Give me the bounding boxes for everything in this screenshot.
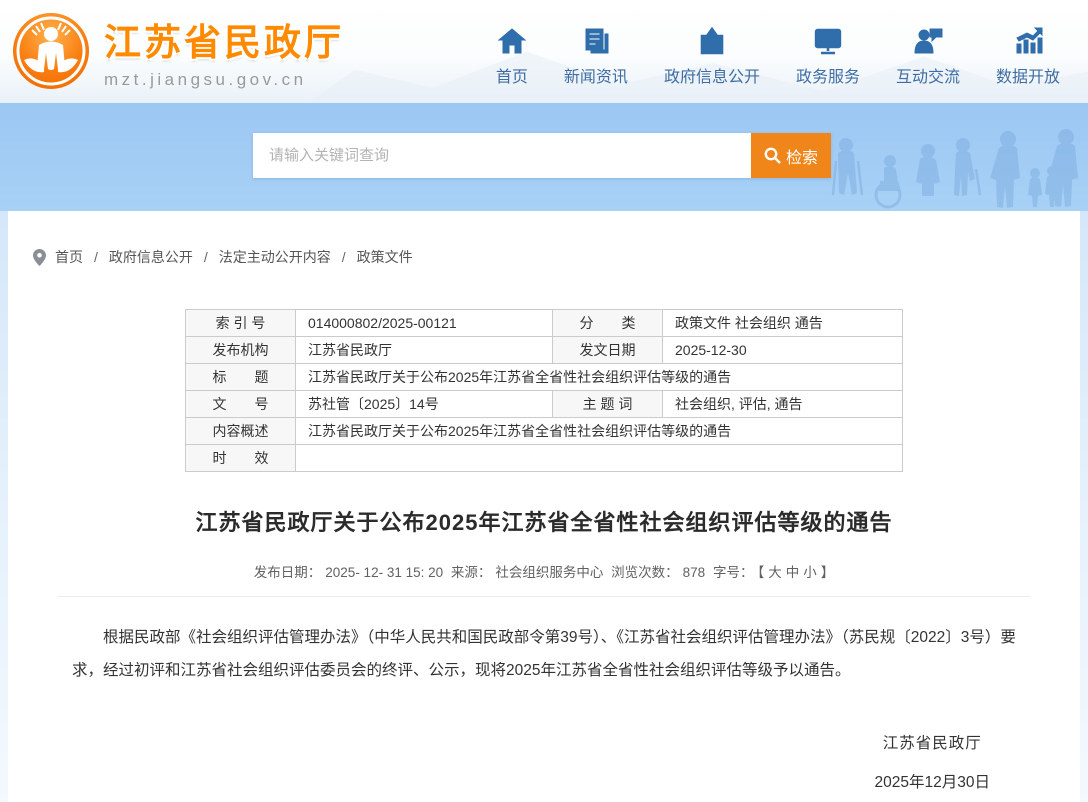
- nav-label: 新闻资讯: [564, 63, 628, 87]
- nav-label: 首页: [496, 63, 528, 87]
- nav-item-info-disclosure[interactable]: 政府信息公开: [664, 26, 760, 87]
- search-input[interactable]: [253, 133, 751, 178]
- font-size-label: 字号：: [713, 565, 754, 580]
- nav-item-data[interactable]: 数据开放: [996, 26, 1060, 87]
- doc-title-label: 标 题: [186, 364, 296, 391]
- civil-affairs-logo-icon: [12, 12, 90, 90]
- news-icon: [581, 26, 611, 56]
- nav-item-news[interactable]: 新闻资讯: [564, 26, 628, 87]
- page-title: 江苏省民政厅关于公布2025年江苏省全省性社会组织评估等级的通告: [8, 505, 1080, 537]
- data-chart-icon: [1013, 26, 1043, 56]
- nav-label: 政府信息公开: [664, 63, 760, 87]
- table-row: 索 引 号 014000802/2025-00121 分 类 政策文件 社会组织…: [186, 310, 903, 337]
- nav-label: 政务服务: [796, 63, 860, 87]
- category-label: 分 类: [553, 310, 663, 337]
- breadcrumb-item-statutory-content[interactable]: 法定主动公开内容: [219, 247, 331, 267]
- publisher-value: 江苏省民政厅: [296, 337, 553, 364]
- source-label: 来源：: [451, 565, 492, 580]
- interaction-icon: [913, 26, 943, 56]
- site-header: 江苏省民政厅 mzt.jiangsu.gov.cn 首页 新闻资讯 政府信息公开: [0, 0, 1088, 103]
- home-icon: [497, 26, 527, 56]
- signature-block: 江苏省民政厅 2025年12月30日: [875, 731, 990, 792]
- breadcrumb-item-home[interactable]: 首页: [55, 247, 83, 267]
- breadcrumb-separator: /: [204, 249, 208, 265]
- signature-org: 江苏省民政厅: [875, 731, 990, 753]
- font-size-small-button[interactable]: 小: [803, 565, 817, 580]
- validity-value: [296, 445, 903, 472]
- index-number-label: 索 引 号: [186, 310, 296, 337]
- source-value: 社会组织服务中心: [495, 565, 603, 580]
- keywords-value: 社会组织, 评估, 通告: [663, 391, 903, 418]
- breadcrumb: 首页 / 政府信息公开 / 法定主动公开内容 / 政策文件: [8, 211, 1080, 267]
- services-monitor-icon: [813, 26, 843, 56]
- search-button[interactable]: 检索: [751, 133, 831, 178]
- location-pin-icon: [33, 249, 46, 266]
- publisher-label: 发布机构: [186, 337, 296, 364]
- nav-label: 数据开放: [996, 63, 1060, 87]
- doc-number-label: 文 号: [186, 391, 296, 418]
- people-silhouettes-graphic: [828, 111, 1088, 211]
- doc-number-value: 苏社管〔2025〕14号: [296, 391, 553, 418]
- views-label: 浏览次数：: [611, 565, 679, 580]
- issue-date-value: 2025-12-30: [663, 337, 903, 364]
- table-row: 标 题 江苏省民政厅关于公布2025年江苏省全省性社会组织评估等级的通告: [186, 364, 903, 391]
- table-row: 文 号 苏社管〔2025〕14号 主 题 词 社会组织, 评估, 通告: [186, 391, 903, 418]
- nav-item-home[interactable]: 首页: [496, 26, 528, 87]
- article-meta-line: 发布日期：2025- 12- 31 15: 20 来源：社会组织服务中心 浏览次…: [8, 561, 1080, 581]
- validity-label: 时 效: [186, 445, 296, 472]
- content-card: 首页 / 政府信息公开 / 法定主动公开内容 / 政策文件 索 引 号 0140…: [8, 211, 1080, 802]
- meta-divider: [58, 596, 1030, 597]
- index-number-value: 014000802/2025-00121: [296, 310, 553, 337]
- info-disclosure-icon: [697, 26, 727, 56]
- site-url: mzt.jiangsu.gov.cn: [104, 70, 344, 90]
- category-value: 政策文件 社会组织 通告: [663, 310, 903, 337]
- font-size-medium-button[interactable]: 中: [786, 565, 800, 580]
- keywords-label: 主 题 词: [553, 391, 663, 418]
- search-bar: 检索: [253, 133, 831, 178]
- article-body-paragraph: 根据民政部《社会组织评估管理办法》（中华人民共和国民政部令第39号）、《江苏省社…: [72, 621, 1022, 688]
- summary-value: 江苏省民政厅关于公布2025年江苏省全省性社会组织评估等级的通告: [296, 418, 903, 445]
- font-size-bracket: 】: [821, 565, 835, 580]
- search-button-label: 检索: [786, 144, 818, 168]
- table-row: 时 效: [186, 445, 903, 472]
- issue-date-label: 发文日期: [553, 337, 663, 364]
- publish-date-label: 发布日期：: [254, 565, 322, 580]
- signature-date: 2025年12月30日: [875, 770, 990, 792]
- nav-item-interaction[interactable]: 互动交流: [896, 26, 960, 87]
- breadcrumb-item-policy-files[interactable]: 政策文件: [357, 247, 413, 267]
- search-icon: [764, 147, 781, 164]
- site-title: 江苏省民政厅: [104, 12, 344, 66]
- table-row: 内容概述 江苏省民政厅关于公布2025年江苏省全省性社会组织评估等级的通告: [186, 418, 903, 445]
- font-size-bracket: 【: [757, 565, 764, 580]
- nav-item-services[interactable]: 政务服务: [796, 26, 860, 87]
- main-nav: 首页 新闻资讯 政府信息公开 政务服务: [496, 26, 1060, 87]
- breadcrumb-separator: /: [342, 249, 346, 265]
- doc-title-value: 江苏省民政厅关于公布2025年江苏省全省性社会组织评估等级的通告: [296, 364, 903, 391]
- document-meta-table: 索 引 号 014000802/2025-00121 分 类 政策文件 社会组织…: [185, 309, 903, 472]
- views-value: 878: [683, 565, 706, 580]
- publish-date-value: 2025- 12- 31 15: 20: [325, 565, 443, 580]
- breadcrumb-item-info-disclosure[interactable]: 政府信息公开: [109, 247, 193, 267]
- nav-label: 互动交流: [896, 63, 960, 87]
- site-logo[interactable]: 江苏省民政厅 mzt.jiangsu.gov.cn: [12, 12, 344, 90]
- table-row: 发布机构 江苏省民政厅 发文日期 2025-12-30: [186, 337, 903, 364]
- font-size-large-button[interactable]: 大: [768, 565, 782, 580]
- breadcrumb-separator: /: [94, 249, 98, 265]
- summary-label: 内容概述: [186, 418, 296, 445]
- banner: 检索: [0, 103, 1088, 211]
